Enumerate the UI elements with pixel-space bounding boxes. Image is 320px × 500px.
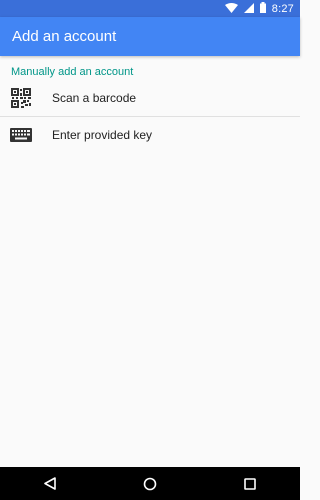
keyboard-icon: [9, 123, 33, 147]
navigation-bar: [0, 467, 300, 500]
home-icon[interactable]: [130, 470, 170, 498]
battery-icon: [259, 0, 266, 18]
recents-icon[interactable]: [230, 470, 270, 498]
option-label: Scan a barcode: [52, 91, 137, 105]
scan-barcode-option[interactable]: Scan a barcode: [0, 79, 300, 117]
status-bar: 8:27: [0, 0, 300, 17]
back-icon[interactable]: [30, 470, 70, 498]
option-label: Enter provided key: [52, 128, 153, 142]
section-header: Manually add an account: [11, 66, 134, 78]
qr-code-icon: [9, 86, 33, 110]
app-bar: Add an account: [0, 17, 300, 56]
wifi-icon: [224, 0, 238, 18]
page-title: Add an account: [12, 28, 117, 45]
enter-key-option[interactable]: Enter provided key: [0, 116, 300, 154]
cell-signal-icon: [243, 0, 254, 18]
status-time: 8:27: [271, 2, 294, 15]
